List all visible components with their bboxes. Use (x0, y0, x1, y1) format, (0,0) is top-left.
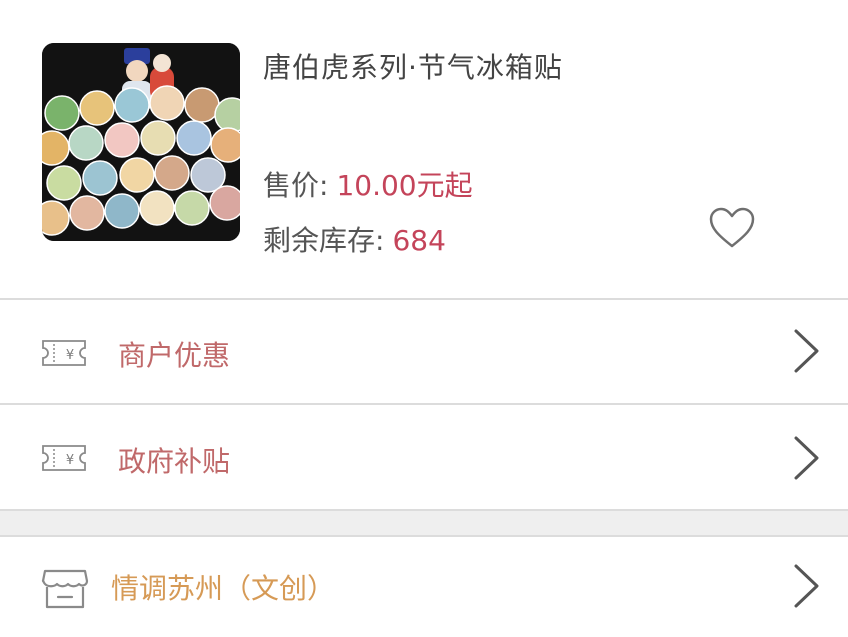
government-subsidy-label: 政府补贴 (118, 445, 231, 478)
merchant-discount-label: 商户优惠 (118, 339, 231, 372)
chevron-right-icon (794, 329, 819, 373)
shop-row[interactable]: 情调苏州（文创） (0, 537, 848, 637)
yuan-ticket-icon: ¥ (42, 340, 86, 366)
stock-row: 剩余库存: 684 (263, 219, 446, 259)
product-photo (42, 43, 240, 241)
price-label: 售价: (263, 169, 329, 202)
price-value: 10.00元起 (336, 169, 473, 202)
stock-label: 剩余库存: (263, 224, 385, 257)
price-row: 售价: 10.00元起 (263, 164, 473, 204)
shop-name: 情调苏州（文创） (111, 572, 336, 605)
svg-text:¥: ¥ (66, 453, 74, 468)
stock-value: 684 (392, 224, 446, 257)
heart-outline-icon (709, 207, 755, 248)
svg-text:¥: ¥ (66, 348, 74, 363)
product-thumbnail[interactable] (42, 43, 240, 241)
store-icon (41, 569, 89, 609)
government-subsidy-row[interactable]: ¥ 政府补贴 (0, 405, 848, 509)
product-card[interactable]: 唐伯虎系列·节气冰箱贴 售价: 10.00元起 剩余库存: 684 (0, 0, 848, 298)
section-gap (0, 511, 848, 535)
yuan-ticket-icon: ¥ (42, 445, 86, 471)
chevron-right-icon (794, 564, 819, 608)
merchant-discount-row[interactable]: ¥ 商户优惠 (0, 300, 848, 403)
favorite-button[interactable] (708, 206, 756, 250)
product-title: 唐伯虎系列·节气冰箱贴 (263, 51, 563, 84)
chevron-right-icon (794, 436, 819, 480)
